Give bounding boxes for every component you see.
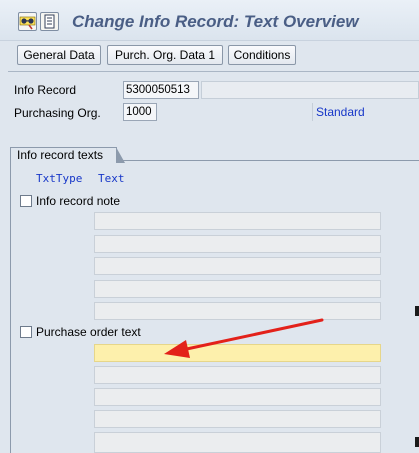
- document-icon[interactable]: [40, 12, 59, 31]
- header-divider: [8, 71, 419, 72]
- purchase-order-text-line-active[interactable]: [94, 344, 381, 362]
- purchase-order-text-line[interactable]: [94, 366, 381, 384]
- conditions-button[interactable]: Conditions: [228, 45, 296, 65]
- info-record-note-checkbox[interactable]: [20, 195, 32, 207]
- info-record-note-line[interactable]: [94, 212, 381, 230]
- general-data-button[interactable]: General Data: [17, 45, 101, 65]
- info-record-note-label: Info record note: [36, 194, 121, 208]
- purchase-order-text-checkbox[interactable]: [20, 326, 32, 338]
- purchase-order-text-line[interactable]: [94, 388, 381, 406]
- purchase-order-text-line[interactable]: [94, 410, 381, 428]
- info-record-note-line[interactable]: [94, 257, 381, 275]
- texts-section-tab: Info record texts: [10, 147, 125, 163]
- application-toolbar: General Data Purch. Org. Data 1 Conditio…: [0, 40, 419, 69]
- scroll-edge-marker: [415, 306, 419, 316]
- info-record-description-field: [201, 81, 419, 99]
- info-record-note-line[interactable]: [94, 302, 381, 320]
- purchasing-org-label: Purchasing Org.: [14, 106, 101, 120]
- info-record-label: Info Record: [14, 83, 77, 97]
- scroll-edge-marker: [415, 437, 419, 447]
- purchase-order-text-line[interactable]: [94, 432, 381, 453]
- info-record-note-line[interactable]: [94, 235, 381, 253]
- title-bar: Change Info Record: Text Overview: [0, 0, 419, 40]
- page-title: Change Info Record: Text Overview: [72, 12, 359, 31]
- purchase-order-text-label: Purchase order text: [36, 325, 141, 339]
- purchasing-org-field: 1000: [123, 103, 157, 121]
- glasses-icon[interactable]: [18, 12, 37, 31]
- info-record-field: 5300050513: [123, 81, 199, 99]
- purchasing-org-type: Standard: [312, 103, 419, 121]
- text-column-header: Text: [98, 172, 125, 185]
- info-record-note-line[interactable]: [94, 280, 381, 298]
- txttype-column-header: TxtType: [36, 172, 83, 185]
- purch-org-data-button[interactable]: Purch. Org. Data 1: [107, 45, 223, 65]
- texts-section-title: Info record texts: [17, 148, 104, 162]
